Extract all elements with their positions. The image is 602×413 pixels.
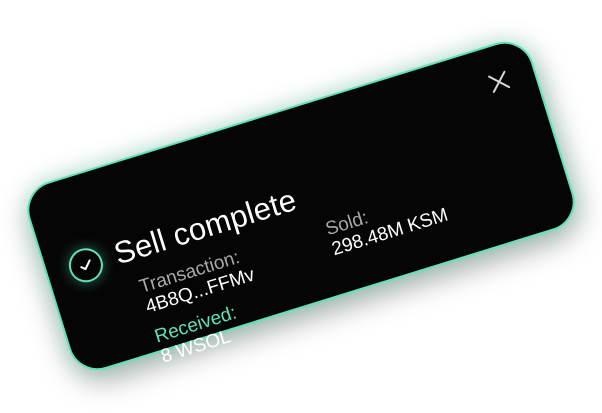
stage: Sell complete Transaction: 4B8Q...FFMv S… [0, 0, 602, 413]
close-button[interactable] [487, 69, 512, 94]
close-icon [488, 70, 511, 93]
check-icon [80, 259, 91, 271]
sold-field: Sold: 298.48M KSM [323, 184, 450, 261]
sell-complete-toast: Sell complete Transaction: 4B8Q...FFMv S… [19, 34, 583, 378]
check-circle-icon [64, 243, 108, 287]
